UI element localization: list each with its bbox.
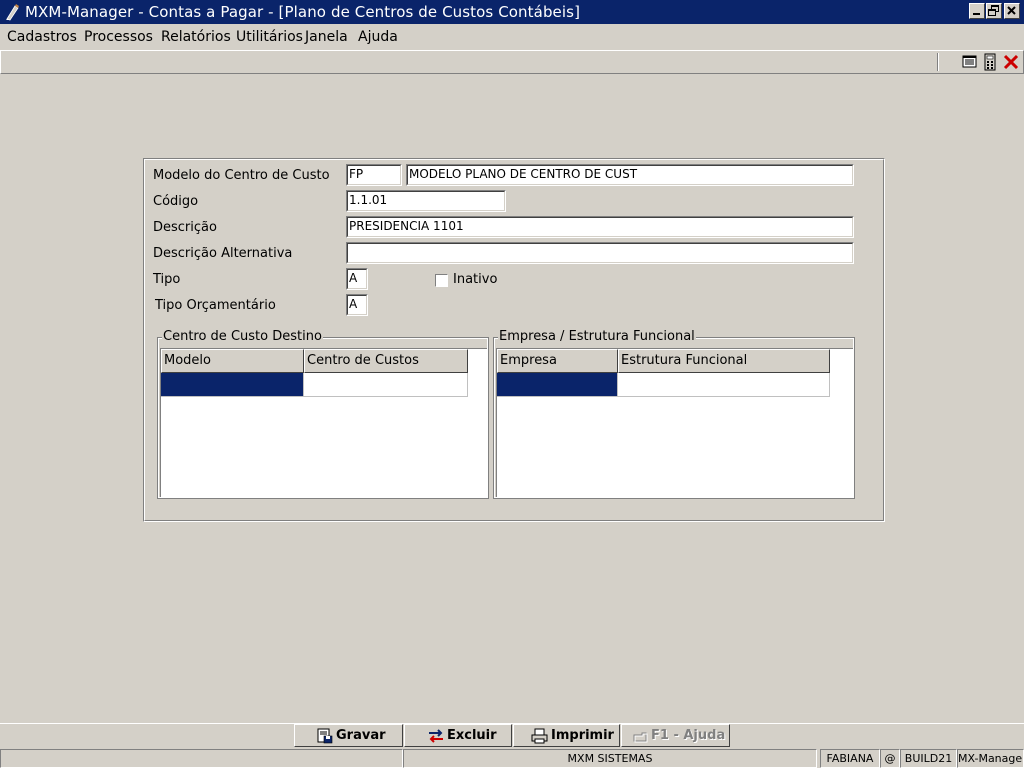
- gravar-label: Gravar: [336, 728, 386, 743]
- restore-button[interactable]: [986, 3, 1002, 19]
- calculator-icon[interactable]: [981, 53, 999, 71]
- status-at: @: [880, 749, 900, 768]
- tipo-orc-field[interactable]: A: [346, 294, 368, 316]
- status-user: FABIANA: [820, 749, 880, 768]
- restore-icon: [988, 5, 999, 16]
- grid-header-centro-custos[interactable]: Centro de Custos: [304, 349, 468, 373]
- window-title: MXM-Manager - Contas a Pagar - [Plano de…: [25, 3, 581, 21]
- modelo-label: Modelo do Centro de Custo: [153, 168, 330, 183]
- grid-cell-estrutura-funcional[interactable]: [618, 373, 830, 397]
- status-bar: MXM SISTEMAS FABIANA @ BUILD21 MX-Manage…: [0, 748, 1024, 768]
- status-company: MXM SISTEMAS: [403, 749, 817, 768]
- window-tile-icon[interactable]: [961, 53, 979, 71]
- menu-ajuda[interactable]: Ajuda: [358, 29, 398, 45]
- centro-destino-group: Centro de Custo Destino Modelo Centro de…: [157, 329, 489, 499]
- delete-icon: [429, 729, 443, 743]
- grid-header-modelo[interactable]: Modelo: [161, 349, 304, 373]
- button-bar: Gravar Excluir Imprimir F1 - Ajuda: [0, 723, 1024, 748]
- minimize-icon: [973, 13, 980, 15]
- tipo-orc-label: Tipo Orçamentário: [155, 298, 276, 313]
- menu-janela[interactable]: Janela: [305, 29, 348, 45]
- menu-bar: Cadastros Processos Relatórios Utilitári…: [0, 24, 1024, 48]
- minimize-button[interactable]: [969, 3, 985, 19]
- descricao-field[interactable]: PRESIDENCIA 1101: [346, 216, 854, 238]
- imprimir-label: Imprimir: [551, 728, 614, 743]
- excluir-button[interactable]: Excluir: [404, 724, 512, 747]
- printer-icon: [531, 728, 548, 744]
- menu-processos[interactable]: Processos: [84, 29, 153, 45]
- close-button[interactable]: [1004, 3, 1020, 19]
- save-icon: [317, 728, 333, 744]
- centro-destino-title: Centro de Custo Destino: [162, 329, 323, 344]
- main-panel: Modelo do Centro de Custo FP MODELO PLAN…: [143, 158, 885, 522]
- descricao-label: Descrição: [153, 220, 217, 235]
- menu-relatorios[interactable]: Relatórios: [161, 29, 231, 45]
- codigo-field[interactable]: 1.1.01: [346, 190, 506, 212]
- grid-header-estrutura-funcional[interactable]: Estrutura Funcional: [618, 349, 830, 373]
- menu-utilitarios[interactable]: Utilitários: [236, 29, 303, 45]
- pen-icon: [6, 4, 19, 21]
- codigo-label: Código: [153, 194, 199, 209]
- excluir-label: Excluir: [447, 728, 497, 743]
- centro-destino-grid[interactable]: Modelo Centro de Custos: [160, 348, 488, 498]
- grid-header-empresa[interactable]: Empresa: [497, 349, 618, 373]
- help-hand-icon: [633, 732, 648, 743]
- descricao-alt-field[interactable]: [346, 242, 854, 264]
- tipo-label: Tipo: [153, 272, 181, 287]
- title-bar: MXM-Manager - Contas a Pagar - [Plano de…: [0, 0, 1024, 24]
- inativo-label: Inativo: [453, 272, 498, 287]
- tipo-field[interactable]: A: [346, 268, 368, 290]
- toolbar: [0, 50, 1024, 74]
- grid-cell-modelo[interactable]: [161, 373, 304, 397]
- empresa-title: Empresa / Estrutura Funcional: [498, 329, 696, 344]
- grid-cell-empresa[interactable]: [497, 373, 618, 397]
- close-icon: [1007, 6, 1016, 15]
- close-x-icon[interactable]: [1002, 53, 1020, 71]
- status-app: MX-Manager: [957, 749, 1024, 768]
- modelo-name-field[interactable]: MODELO PLANO DE CENTRO DE CUST: [406, 164, 854, 186]
- status-build: BUILD21: [900, 749, 957, 768]
- empresa-grid[interactable]: Empresa Estrutura Funcional: [496, 348, 854, 498]
- ajuda-label: F1 - Ajuda: [651, 728, 726, 743]
- empresa-group: Empresa / Estrutura Funcional Empresa Es…: [493, 329, 855, 499]
- status-empty-panel: [0, 749, 403, 768]
- grid-cell-centro-custos[interactable]: [304, 373, 468, 397]
- modelo-code-field[interactable]: FP: [346, 164, 402, 186]
- ajuda-button[interactable]: F1 - Ajuda: [621, 724, 730, 747]
- menu-cadastros[interactable]: Cadastros: [7, 29, 77, 45]
- toolbar-separator: [937, 53, 939, 71]
- gravar-button[interactable]: Gravar: [294, 724, 403, 747]
- imprimir-button[interactable]: Imprimir: [513, 724, 620, 747]
- inativo-checkbox[interactable]: [435, 274, 448, 287]
- descricao-alt-label: Descrição Alternativa: [153, 246, 293, 261]
